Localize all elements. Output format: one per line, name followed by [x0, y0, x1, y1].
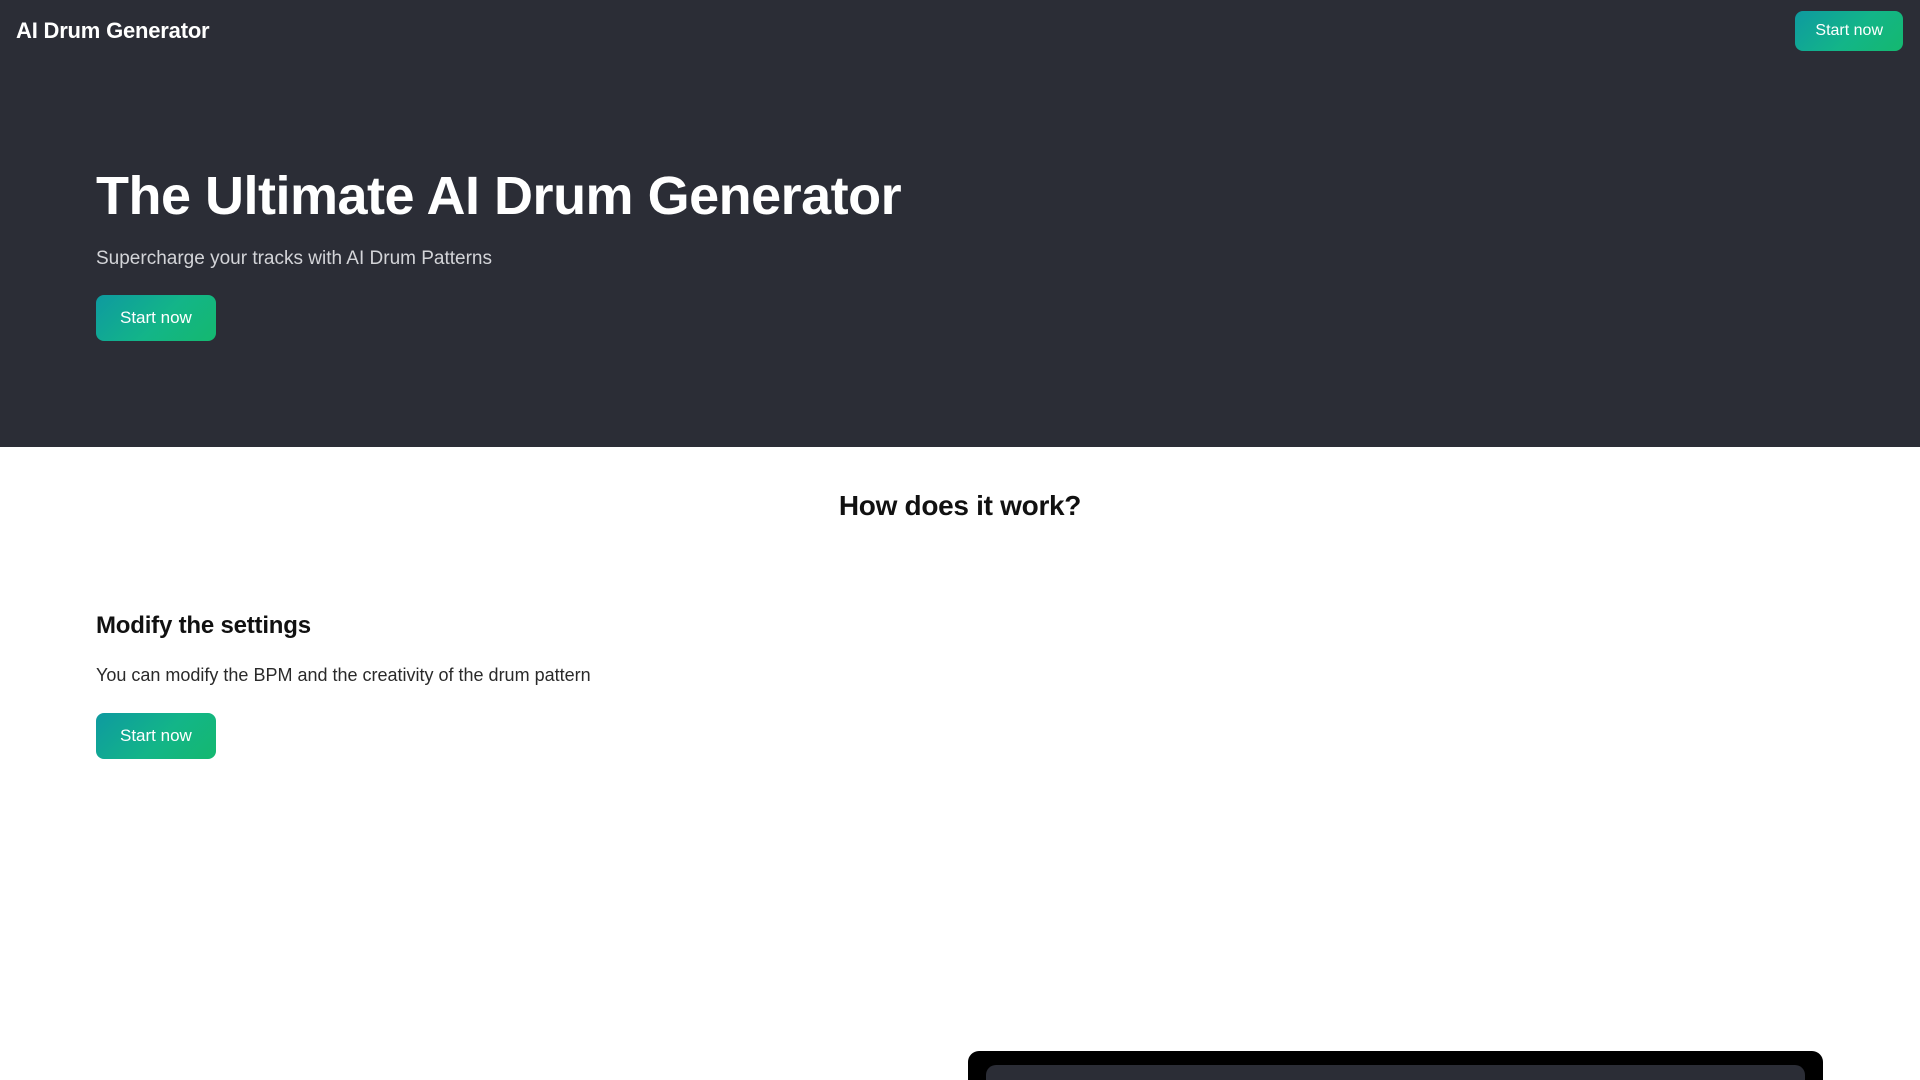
- hero-title: The Ultimate AI Drum Generator: [96, 166, 902, 226]
- hero-start-now-button[interactable]: Start now: [96, 295, 216, 342]
- how-it-works-section: How does it work? Modify the settings Yo…: [0, 447, 1920, 1080]
- hero-subtitle: Supercharge your tracks with AI Drum Pat…: [96, 248, 492, 270]
- app-preview-frame: BPMCreativity KickSnareHihat ClosedHihat…: [968, 1051, 1823, 1080]
- navbar-start-now-button[interactable]: Start now: [1795, 10, 1903, 51]
- top-navbar: AI Drum Generator Start now: [0, 0, 1920, 61]
- how-it-works-heading: How does it work?: [838, 490, 1082, 521]
- app-brand-title: AI Drum Generator: [16, 17, 210, 43]
- feature-description: You can modify the BPM and the creativit…: [96, 665, 591, 685]
- app-preview-panel: BPMCreativity KickSnareHihat ClosedHihat…: [986, 1065, 1805, 1080]
- feature-column: Modify the settings You can modify the B…: [96, 612, 716, 759]
- hero-section: The Ultimate AI Drum Generator Superchar…: [0, 61, 1920, 447]
- feature-start-now-button[interactable]: Start now: [96, 713, 216, 759]
- feature-title: Modify the settings: [96, 612, 311, 639]
